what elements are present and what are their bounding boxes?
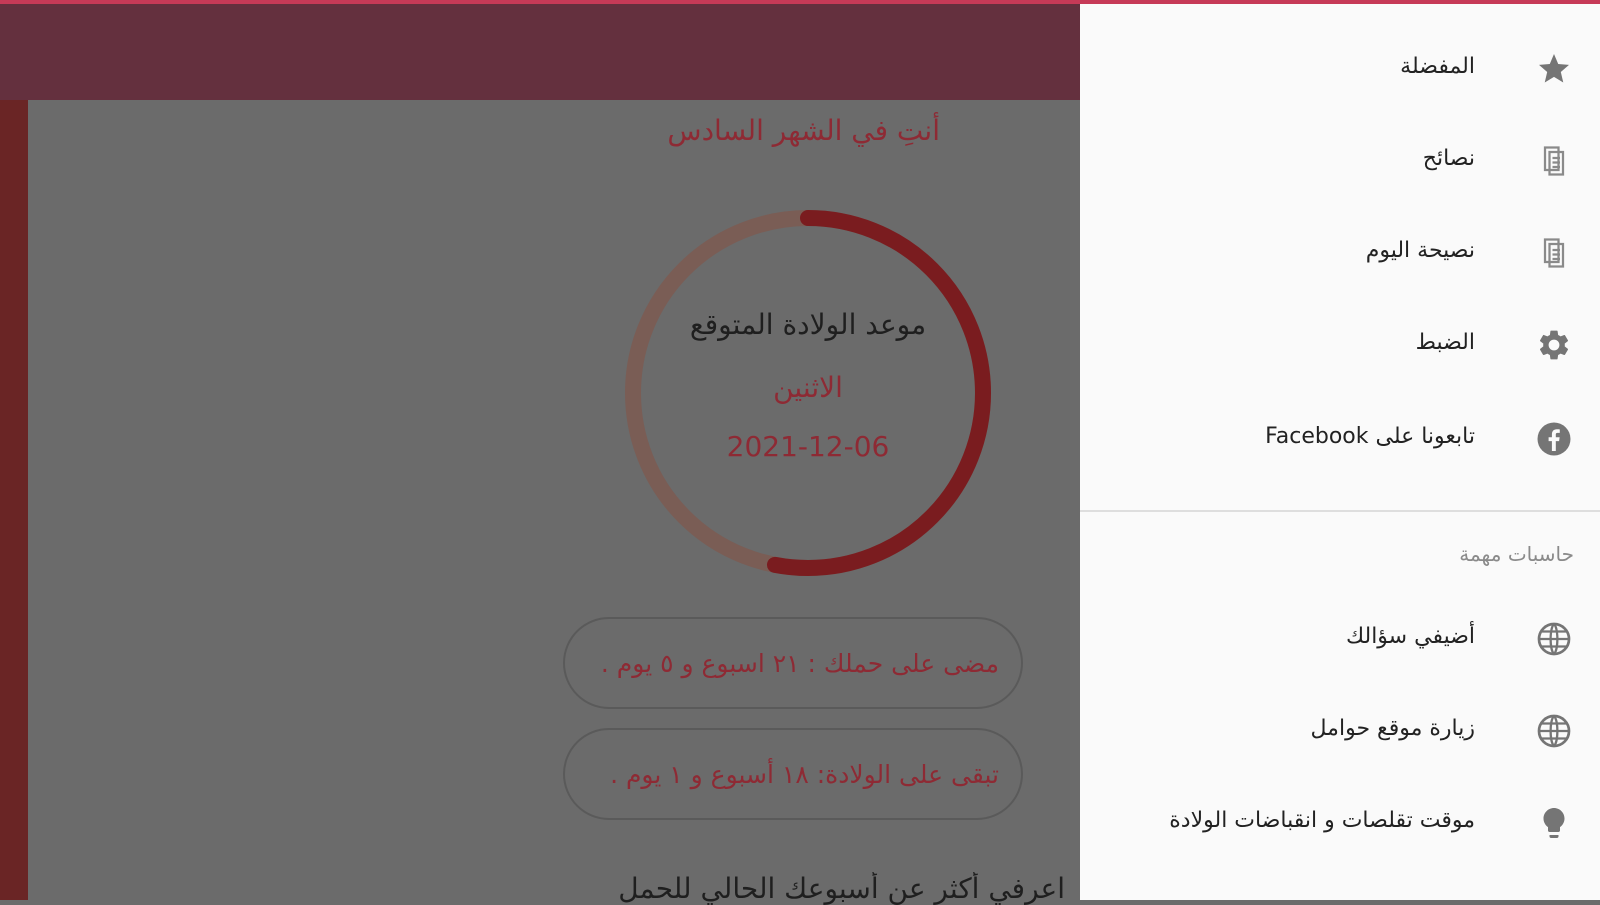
pregnancy-remaining-text: تبقى على الولادة: ١٨ أسبوع و ١ يوم . [610,759,999,789]
drawer-item-label: زيارة موقع حوامل [1310,716,1475,741]
drawer-item-settings[interactable]: الضبط [1080,310,1600,380]
app-bar [0,4,1080,100]
drawer-divider [1080,510,1600,512]
facebook-icon [1536,421,1572,457]
drawer-item-label: نصائح [1422,146,1475,171]
side-strip [0,100,28,900]
document-icon [1536,235,1572,271]
drawer-item-label: الضبط [1415,330,1475,355]
drawer-item-label: أضيفي سؤالك [1345,624,1475,649]
gear-icon [1536,327,1572,363]
learn-more-link[interactable]: اعرفي أكثر عن أسبوعك الحالي للحمل [565,872,1065,905]
month-title: أنتِ في الشهر السادس [667,114,940,147]
drawer-item-label: موقت تقلصات و انقباضات الولادة [1169,808,1475,833]
drawer-item-facebook[interactable]: تابعونا على Facebook [1080,404,1600,474]
pregnancy-passed-text: مضى على حملك : ٢١ اسبوع و ٥ يوم . [600,648,999,678]
drawer-item-label: المفضلة [1400,54,1475,79]
star-icon [1536,51,1572,87]
due-date-title: موعد الولادة المتوقع [689,308,927,341]
drawer-item-visit-website[interactable]: زيارة موقع حوامل [1080,696,1600,766]
globe-icon [1536,621,1572,657]
drawer-item-tips[interactable]: نصائح [1080,126,1600,196]
globe-icon [1536,713,1572,749]
navigation-drawer: المفضلة نصائح نصيحة اليوم الضبط تابعونا … [1080,4,1600,900]
document-icon [1536,143,1572,179]
due-date: 2021-12-06 [726,430,890,463]
top-accent-line [0,0,1600,4]
drawer-item-contraction-timer[interactable]: موقت تقلصات و انقباضات الولادة [1080,788,1600,858]
drawer-item-label: تابعونا على Facebook [1265,424,1475,449]
lightbulb-icon [1536,805,1572,841]
pregnancy-passed-pill: مضى على حملك : ٢١ اسبوع و ٥ يوم . [563,617,1023,709]
drawer-item-favorites[interactable]: المفضلة [1080,34,1600,104]
drawer-item-daily-tip[interactable]: نصيحة اليوم [1080,218,1600,288]
drawer-item-add-question[interactable]: أضيفي سؤالك [1080,604,1600,674]
due-date-ring: موعد الولادة المتوقع الاثنين 2021-12-06 [608,193,1008,593]
pregnancy-remaining-pill: تبقى على الولادة: ١٨ أسبوع و ١ يوم . [563,728,1023,820]
main-content: أنتِ في الشهر السادس موعد الولادة المتوق… [28,100,1080,905]
drawer-item-label: نصيحة اليوم [1365,238,1475,263]
due-day: الاثنين [773,371,843,404]
section-label-calculators: حاسبات مهمة [1459,542,1574,566]
